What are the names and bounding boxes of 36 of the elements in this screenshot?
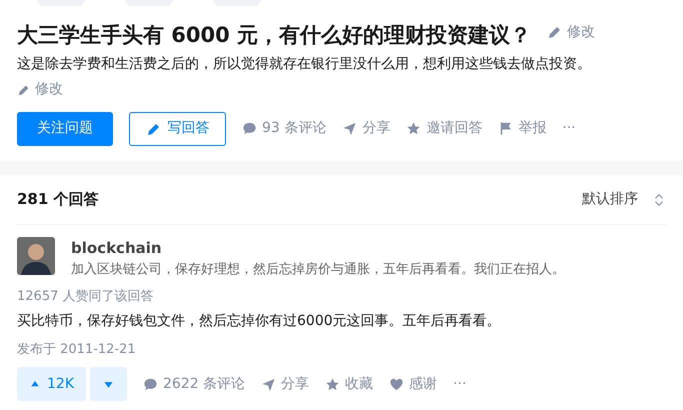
publish-date: 发布于 2011-12-21 xyxy=(17,340,137,358)
star-button[interactable]: 收藏 xyxy=(325,374,374,394)
write-answer-button[interactable]: 写回答 xyxy=(129,112,226,146)
question-description: 这是除去学费和生活费之后的，所以觉得就存在银行里没什么用，想利用这些钱去做点投资。 xyxy=(17,55,592,74)
sort-icon xyxy=(652,192,666,206)
upvote-count: 12657 人赞同了该回答 xyxy=(17,288,154,306)
follow-button[interactable]: 关注问题 xyxy=(17,112,113,146)
star-icon xyxy=(406,121,422,136)
heart-icon xyxy=(389,376,404,392)
send-icon xyxy=(261,376,276,392)
answer-text: 买比特币，保存好钱包文件，然后忘掉你有过6000元这回事。五年后再看看。 xyxy=(17,312,502,330)
upvote-button[interactable]: 12K xyxy=(17,367,86,401)
share-button[interactable]: 分享 xyxy=(261,374,310,394)
comment-button[interactable]: 93 条评论 xyxy=(242,118,326,139)
comment-button[interactable]: 2622 条评论 xyxy=(143,374,246,394)
more-button[interactable]: ··· xyxy=(453,374,466,394)
edit-link[interactable]: 修改 xyxy=(547,22,596,42)
flag-icon xyxy=(498,121,514,136)
share-button[interactable]: 分享 xyxy=(342,118,390,139)
star-button[interactable]: 邀请回答 xyxy=(406,118,482,139)
report-button[interactable]: 举报 xyxy=(498,118,546,139)
pencil-icon xyxy=(17,82,31,96)
star-icon xyxy=(325,376,340,392)
avatar[interactable] xyxy=(17,237,55,275)
downvote-button[interactable] xyxy=(90,367,127,401)
sort-dropdown[interactable]: 默认排序 xyxy=(582,189,666,210)
answer-count: 281 个回答 xyxy=(17,189,99,210)
comment-icon xyxy=(143,376,158,392)
edit-link[interactable]: 修改 xyxy=(17,79,63,100)
author-name[interactable]: blockchain xyxy=(71,237,565,260)
more-button[interactable]: ··· xyxy=(562,118,576,139)
thanks-button[interactable]: 感谢 xyxy=(389,374,438,394)
question-title: 大三学生手头有 6000 元，有什么好的理财投资建议？ xyxy=(17,22,532,49)
comment-icon xyxy=(242,121,257,136)
send-icon xyxy=(342,121,358,136)
author-headline: 加入区块链公司，保存好理想，然后忘掉房价与通胀，五年后再看看。我们正在招人。 xyxy=(71,260,565,278)
